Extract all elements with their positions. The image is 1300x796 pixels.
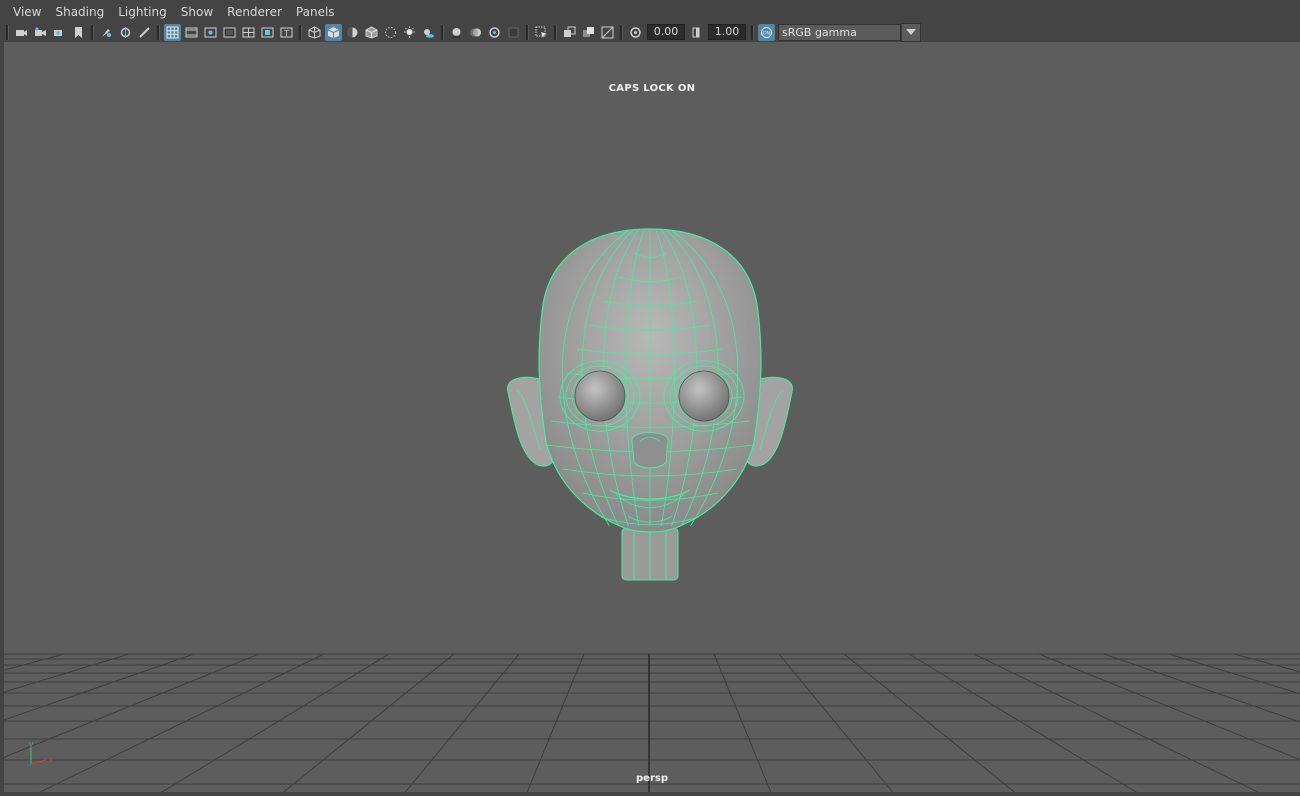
grid-line	[843, 653, 1016, 792]
smooth-shade-icon[interactable]	[325, 23, 342, 41]
grid-line	[282, 653, 455, 792]
grid-line	[713, 653, 772, 792]
y-axis-label: y	[29, 740, 34, 749]
menu-lighting[interactable]: Lighting	[111, 0, 174, 22]
depth-of-field-icon[interactable]	[505, 24, 522, 41]
z-axis-line	[27, 763, 32, 768]
grid-line	[526, 653, 585, 792]
use-default-material-icon[interactable]	[344, 24, 361, 41]
toolbar-divider	[6, 24, 9, 40]
grid-line	[4, 653, 130, 693]
wireframe-on-shaded-icon[interactable]	[363, 24, 380, 41]
grease-pencil-icon[interactable]	[117, 24, 134, 41]
caps-lock-hud: CAPS LOCK ON	[608, 83, 696, 94]
grid-line	[1168, 653, 1300, 695]
grid-line	[778, 653, 894, 792]
screen-space-ao-icon[interactable]	[448, 24, 465, 41]
grid-line	[4, 653, 65, 671]
color-space-dropdown-icon[interactable]	[901, 22, 921, 42]
bookmarks-icon[interactable]	[51, 24, 68, 41]
backface-culling-icon[interactable]	[599, 24, 616, 41]
toolbar-divider	[91, 24, 94, 40]
toolbar-divider	[554, 24, 557, 40]
ground-grid	[4, 653, 1300, 792]
grid-line	[4, 653, 260, 758]
view-axis-indicator: y x	[27, 740, 54, 768]
grid-line	[404, 653, 520, 792]
xray-icon[interactable]	[382, 24, 399, 41]
2d-pan-zoom-icon[interactable]	[98, 24, 115, 41]
pencil-icon[interactable]	[136, 24, 153, 41]
head-mesh[interactable]	[507, 228, 793, 581]
multisample-aa-icon[interactable]	[486, 24, 503, 41]
toolbar-divider	[620, 24, 623, 40]
shadows-icon[interactable]	[420, 24, 437, 41]
menu-panels[interactable]: Panels	[289, 0, 342, 22]
grid-line	[1038, 653, 1300, 761]
color-management-label: ON	[763, 30, 770, 36]
gate-mask-icon[interactable]	[221, 24, 238, 41]
menu-view[interactable]: View	[6, 0, 48, 22]
image-plane-icon[interactable]	[70, 24, 87, 41]
use-all-lights-icon[interactable]	[401, 24, 418, 41]
left-eyeball	[574, 370, 626, 422]
menu-renderer[interactable]: Renderer	[220, 0, 289, 22]
viewport-canvas[interactable]: y x	[4, 42, 1300, 792]
right-eyeball	[678, 370, 730, 422]
camera-attributes-icon[interactable]	[32, 24, 49, 41]
grid-line	[1233, 653, 1300, 673]
x-axis-label: x	[49, 755, 54, 764]
exposure-icon[interactable]	[627, 24, 644, 41]
perspective-viewport[interactable]: y x CAPS LOCK ON persp	[4, 42, 1300, 792]
toolbar-divider	[157, 24, 160, 40]
film-gate-icon[interactable]	[183, 24, 200, 41]
toolbar-divider	[526, 24, 529, 40]
panel-toolbar: T 0.00 1.00 ON sRGB gamma	[0, 22, 1300, 42]
field-chart-icon[interactable]	[240, 24, 257, 41]
color-management-icon[interactable]: ON	[758, 23, 775, 41]
x-axis-line	[30, 759, 47, 765]
gamma-icon[interactable]	[688, 24, 705, 41]
camera-name-hud: persp	[636, 773, 668, 784]
select-camera-icon[interactable]	[13, 24, 30, 41]
menu-shading[interactable]: Shading	[48, 0, 111, 22]
wireframe-icon[interactable]	[306, 24, 323, 41]
resolution-gate-icon[interactable]	[202, 24, 219, 41]
grid-icon[interactable]	[164, 23, 181, 41]
svg-text:T: T	[283, 29, 289, 38]
grid-line	[4, 653, 195, 721]
gamma-field[interactable]: 1.00	[708, 24, 746, 40]
xray-active-icon[interactable]	[580, 24, 597, 41]
safe-action-icon[interactable]	[259, 24, 276, 41]
toolbar-divider	[299, 24, 302, 40]
menu-show[interactable]: Show	[174, 0, 220, 22]
grid-line	[160, 653, 390, 792]
motion-blur-icon[interactable]	[467, 24, 484, 41]
toolbar-divider	[751, 24, 754, 40]
xray-joints-icon[interactable]	[561, 24, 578, 41]
grid-line	[1103, 653, 1300, 723]
grid-line	[908, 653, 1138, 792]
isolate-select-icon[interactable]	[533, 24, 550, 41]
color-space-select[interactable]: sRGB gamma	[778, 23, 901, 41]
safe-title-icon[interactable]: T	[278, 24, 295, 41]
exposure-field[interactable]: 0.00	[647, 24, 685, 40]
viewport-bottom-border	[0, 792, 1300, 796]
viewport-menubar: View Shading Lighting Show Renderer Pane…	[0, 0, 1300, 22]
toolbar-divider	[441, 24, 444, 40]
